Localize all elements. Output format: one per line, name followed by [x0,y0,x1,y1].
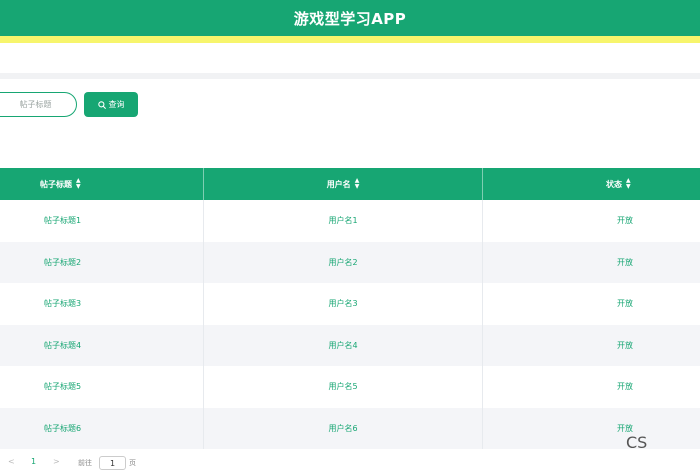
cell-post-title: 帖子标题1 [0,200,204,242]
cell-username: 用户名5 [204,366,483,408]
page-jump-input[interactable] [99,456,126,470]
posts-table: 帖子标题 ▲ ▼ 用户名 ▲ ▼ 状态 ▲ ▼ 帖子标题1 用户名1 开放 帖子标题2… [0,168,700,449]
search-icon [97,100,106,109]
cell-status: 开放 [617,423,633,433]
sort-icon[interactable]: ▲ ▼ [76,178,81,190]
cell-username: 用户名3 [204,283,483,325]
cell-post-title: 帖子标题3 [0,283,204,325]
table-row[interactable]: 帖子标题6 用户名6 开放 [0,407,700,449]
page-number-current[interactable]: 1 [31,457,36,466]
sort-icon[interactable]: ▲ ▼ [626,178,631,190]
column-header-label: 状态 [606,179,622,189]
table-row[interactable]: 帖子标题3 用户名3 开放 [0,283,700,325]
pagination: < 1 > 前往 页 [0,456,700,470]
cell-username: 用户名6 [204,407,483,449]
table-header: 帖子标题 ▲ ▼ 用户名 ▲ ▼ 状态 ▲ ▼ [0,168,700,200]
cell-username: 用户名1 [204,200,483,242]
prev-page-button[interactable]: < [8,457,15,466]
nav-divider [0,73,700,79]
cell-post-title: 帖子标题2 [0,241,204,283]
goto-label: 前往 [78,459,92,467]
app-header: 游戏型学习APP [0,0,700,36]
cell-status: 开放 [617,382,633,392]
cell-status: 开放 [617,257,633,267]
nav-strip [0,43,700,73]
column-header-status[interactable]: 状态 ▲ ▼ [483,168,700,200]
table-row[interactable]: 帖子标题2 用户名2 开放 [0,241,700,283]
table-row[interactable]: 帖子标题1 用户名1 开放 [0,200,700,242]
post-title-search-input[interactable] [0,92,77,117]
page-unit-label: 页 [129,459,136,467]
cell-status: 开放 [617,299,633,309]
table-row[interactable]: 帖子标题4 用户名4 开放 [0,324,700,366]
cell-status: 开放 [617,216,633,226]
cell-username: 用户名4 [204,324,483,366]
cell-post-title: 帖子标题6 [0,407,204,449]
column-header-label: 帖子标题 [40,179,72,189]
column-header-label: 用户名 [326,179,351,189]
query-button-label: 查询 [108,100,125,109]
query-button[interactable]: 查询 [84,92,138,117]
sort-icon[interactable]: ▲ ▼ [355,178,360,190]
accent-bar [0,36,700,43]
column-header-username[interactable]: 用户名 ▲ ▼ [204,168,483,200]
cell-status: 开放 [617,340,633,350]
watermark: CS [626,433,648,452]
cell-username: 用户名2 [204,241,483,283]
table-row[interactable]: 帖子标题5 用户名5 开放 [0,366,700,408]
cell-post-title: 帖子标题4 [0,324,204,366]
app-title: 游戏型学习APP [293,9,407,28]
cell-post-title: 帖子标题5 [0,366,204,408]
column-header-post-title[interactable]: 帖子标题 ▲ ▼ [0,168,204,200]
next-page-button[interactable]: > [53,457,60,466]
